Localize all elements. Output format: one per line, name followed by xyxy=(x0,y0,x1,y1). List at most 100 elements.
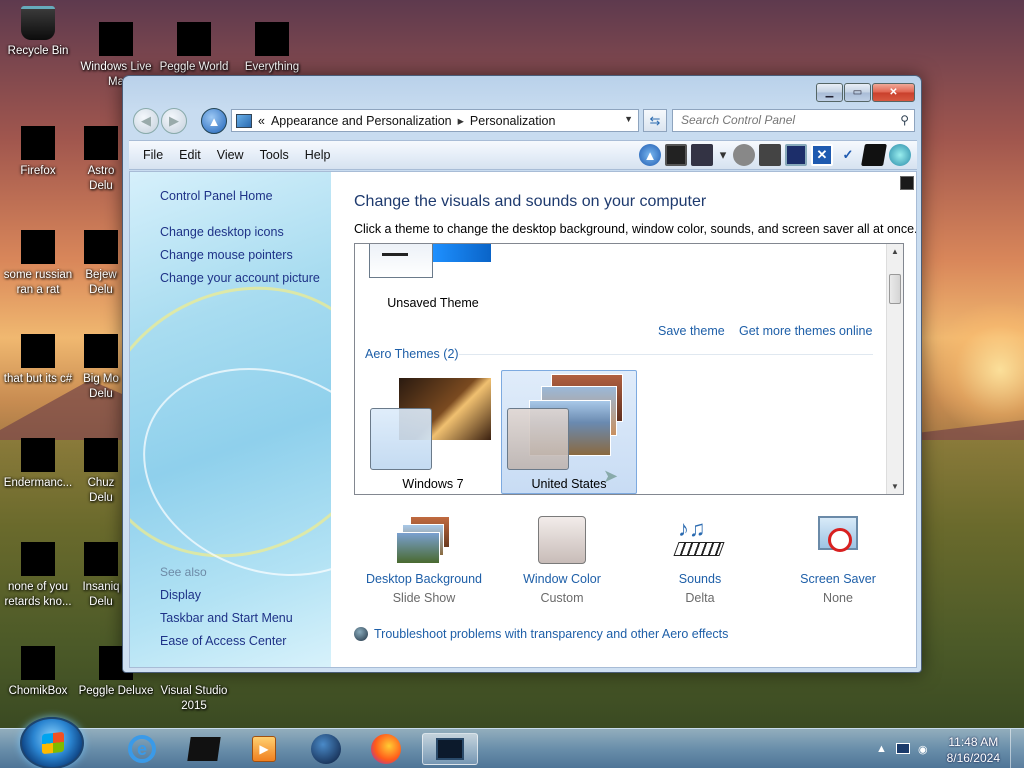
desktop-icon-big-money[interactable]: Big Mo Delu xyxy=(78,334,124,402)
control-panel-home-link[interactable]: Control Panel Home xyxy=(160,189,273,203)
menu-edit[interactable]: Edit xyxy=(171,148,209,162)
toolbar-up-icon[interactable]: ▲ xyxy=(639,144,661,166)
window-color-setting[interactable]: Window Color Custom xyxy=(492,516,632,605)
toolbar-close-icon[interactable]: ✕ xyxy=(811,144,833,166)
desktop-icon-bejeweled[interactable]: Bejew Delu xyxy=(78,230,124,298)
scroll-up-icon[interactable]: ▲ xyxy=(891,247,899,256)
toolbar-screen-icon[interactable] xyxy=(665,144,687,166)
toolbar-dropdown-icon[interactable]: ▾ xyxy=(717,144,729,166)
desktop-background-setting[interactable]: Desktop Background Slide Show xyxy=(354,516,494,605)
close-button[interactable]: ✕ xyxy=(872,83,915,102)
network-icon[interactable] xyxy=(896,743,910,754)
taskbar: e ▶ ▲ ◉ 11:48 AM 8/16/2024 xyxy=(0,717,1024,768)
theme-list-scrollbar[interactable]: ▲ ▼ xyxy=(886,244,903,494)
taskbar-personalization[interactable] xyxy=(422,733,478,765)
taskbar-internet-explorer[interactable]: e xyxy=(114,733,170,765)
desktop-icon-label: Astro Delu xyxy=(87,165,115,192)
change-mouse-pointers-link[interactable]: Change mouse pointers xyxy=(160,248,293,262)
desktop-icon-label: Peggle World xyxy=(159,61,229,73)
desktop-icon-chuzzle[interactable]: Chuz Delu xyxy=(78,438,124,506)
troubleshoot-link[interactable]: Troubleshoot problems with transparency … xyxy=(354,627,728,641)
see-also-display-link[interactable]: Display xyxy=(160,588,201,602)
menu-view[interactable]: View xyxy=(209,148,252,162)
change-account-picture-link[interactable]: Change your account picture xyxy=(160,271,320,285)
desktop-icon-endermanch[interactable]: Endermanc... xyxy=(0,438,76,491)
menu-file[interactable]: File xyxy=(129,148,171,162)
sounds-link[interactable]: Sounds xyxy=(630,572,770,586)
desktop-icon-insaniquarium[interactable]: Insaniq Delu xyxy=(78,542,124,610)
desktop-icon-that-but-its-c[interactable]: that but its c# xyxy=(0,334,76,387)
desktop-icon-russian-rat[interactable]: some russian ran a rat xyxy=(0,230,76,298)
desktop-icon-everything[interactable]: Everything xyxy=(234,22,310,75)
sounds-setting[interactable]: ♪♫ Sounds Delta xyxy=(630,516,770,605)
big-money-icon xyxy=(84,334,118,368)
forward-button[interactable]: ▶ xyxy=(161,108,187,134)
search-input[interactable]: Search Control Panel ⚲ xyxy=(672,109,915,132)
screen-saver-setting[interactable]: Screen Saver None xyxy=(768,516,908,605)
desktop-icon-label: that but its c# xyxy=(3,373,73,385)
personalization-window: ▁ ▭ ✕ ◀ ▶ ▲ « Appearance and Personaliza… xyxy=(122,75,922,673)
desktop-icon-peggle-world[interactable]: Peggle World xyxy=(156,22,232,75)
desktop-icon-none-of-you[interactable]: none of you retards kno... xyxy=(0,542,76,610)
toolbar-check-icon[interactable]: ✓ xyxy=(837,144,859,166)
show-desktop-button[interactable] xyxy=(1010,729,1024,768)
desktop-icon-astro[interactable]: Astro Delu xyxy=(78,126,124,194)
unsaved-theme-label[interactable]: Unsaved Theme xyxy=(373,296,493,310)
windows7-theme-label[interactable]: Windows 7 xyxy=(375,477,491,491)
see-also-ease-of-access-link[interactable]: Ease of Access Center xyxy=(160,634,286,648)
clock[interactable]: 11:48 AM 8/16/2024 xyxy=(947,734,1000,766)
toolbar-tablet-icon[interactable] xyxy=(861,144,887,166)
scrollbar-thumb[interactable] xyxy=(889,274,901,304)
save-theme-link[interactable]: Save theme xyxy=(658,324,725,338)
refresh-button[interactable]: ⇆ xyxy=(643,109,667,132)
toolbar-copy-icon[interactable] xyxy=(759,144,781,166)
minimize-button[interactable]: ▁ xyxy=(816,83,843,102)
toolbar-device-icon[interactable] xyxy=(691,144,713,166)
chomikbox-icon xyxy=(21,646,55,680)
taskbar-player[interactable]: ▶ xyxy=(236,733,292,765)
taskbar-media[interactable] xyxy=(176,733,232,765)
taskbar-firefox[interactable] xyxy=(358,733,414,765)
toolbar-tools-icon[interactable] xyxy=(733,144,755,166)
desktop-icon-label: Chuz Delu xyxy=(87,477,115,504)
windows7-theme-thumbnail[interactable] xyxy=(370,408,432,470)
toolbar-globe-icon[interactable] xyxy=(889,144,911,166)
united-states-theme-label[interactable]: United States xyxy=(511,477,627,491)
breadcrumb-appearance[interactable]: Appearance and Personalization xyxy=(271,114,452,128)
address-dropdown-icon[interactable]: ▼ xyxy=(624,114,633,124)
breadcrumb-personalization[interactable]: Personalization xyxy=(470,114,555,128)
window-color-link[interactable]: Window Color xyxy=(492,572,632,586)
back-button[interactable]: ◀ xyxy=(133,108,159,134)
show-hidden-icons[interactable]: ▲ xyxy=(876,743,887,755)
desktop-icon-firefox[interactable]: Firefox xyxy=(0,126,76,179)
up-button[interactable]: ▲ xyxy=(201,108,227,134)
desktop-icon-chomikbox[interactable]: ChomikBox xyxy=(0,646,76,699)
toolbar-document-icon[interactable] xyxy=(785,144,807,166)
desktop-icon-label: Peggle Deluxe xyxy=(78,685,154,697)
maximize-button[interactable]: ▭ xyxy=(844,83,871,102)
desktop-background-link[interactable]: Desktop Background xyxy=(354,572,494,586)
screen-saver-value: None xyxy=(823,591,853,605)
media-icon xyxy=(187,737,221,761)
sounds-value: Delta xyxy=(685,591,715,605)
taskbar-globe[interactable] xyxy=(298,733,354,765)
desktop-icon-recycle-bin[interactable]: Recycle Bin xyxy=(0,6,76,59)
change-desktop-icons-link[interactable]: Change desktop icons xyxy=(160,225,284,239)
get-more-themes-link[interactable]: Get more themes online xyxy=(739,324,872,338)
page-title: Change the visuals and sounds on your co… xyxy=(354,193,707,210)
screen-saver-link[interactable]: Screen Saver xyxy=(768,572,908,586)
volume-icon[interactable]: ◉ xyxy=(918,743,928,756)
troubleshoot-text[interactable]: Troubleshoot problems with transparency … xyxy=(374,627,728,641)
breadcrumb-chevron[interactable]: « xyxy=(258,114,265,128)
unsaved-theme-thumbnail[interactable] xyxy=(369,244,433,278)
breadcrumb-separator[interactable]: ▸ xyxy=(458,113,464,128)
menu-tools[interactable]: Tools xyxy=(252,148,297,162)
see-also-taskbar-link[interactable]: Taskbar and Start Menu xyxy=(160,611,293,625)
scroll-down-icon[interactable]: ▼ xyxy=(891,482,899,491)
clock-date: 8/16/2024 xyxy=(946,751,1000,765)
menu-help[interactable]: Help xyxy=(297,148,339,162)
theme-list[interactable]: Unsaved Theme Save theme Get more themes… xyxy=(354,243,904,495)
start-button[interactable] xyxy=(20,717,84,768)
search-icon[interactable]: ⚲ xyxy=(900,110,909,131)
address-bar[interactable]: « Appearance and Personalization ▸ Perso… xyxy=(231,109,639,132)
